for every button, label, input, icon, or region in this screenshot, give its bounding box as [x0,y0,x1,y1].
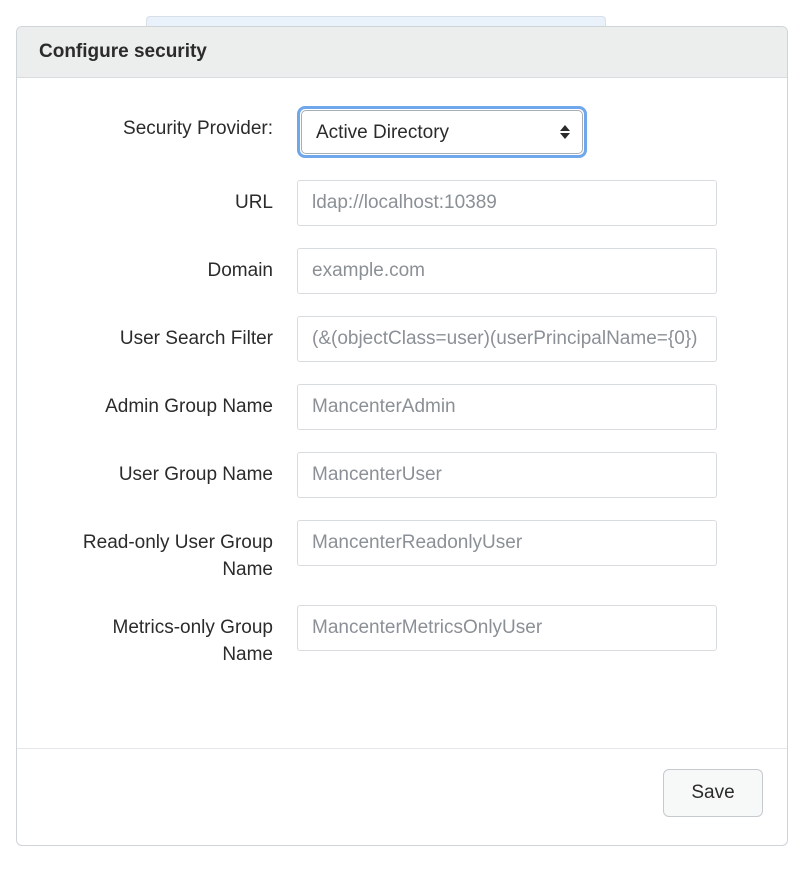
domain-input[interactable] [297,248,717,294]
configure-security-panel: Configure security Security Provider: Ac… [16,26,788,846]
save-button[interactable]: Save [663,769,763,817]
label-domain: Domain [57,248,297,285]
label-user-search-filter: User Search Filter [57,316,297,353]
url-input[interactable] [297,180,717,226]
row-metrics-only-group-name: Metrics-only Group Name [57,605,747,668]
row-url: URL [57,180,747,226]
label-url: URL [57,180,297,217]
row-user-group-name: User Group Name [57,452,747,498]
admin-group-name-input[interactable] [297,384,717,430]
security-provider-select[interactable]: Active Directory [301,110,583,154]
row-readonly-user-group-name: Read-only User Group Name [57,520,747,583]
label-admin-group-name: Admin Group Name [57,384,297,421]
label-metrics-only-group-name: Metrics-only Group Name [57,605,297,668]
row-domain: Domain [57,248,747,294]
active-tab[interactable] [146,16,606,26]
panel-body: Security Provider: Active Directory URL [17,78,787,748]
panel-title: Configure security [39,41,765,63]
tab-strip [146,16,788,26]
readonly-user-group-name-input[interactable] [297,520,717,566]
panel-footer: Save [17,748,787,845]
panel-header: Configure security [17,27,787,78]
row-security-provider: Security Provider: Active Directory [57,106,747,158]
metrics-only-group-name-input[interactable] [297,605,717,651]
row-admin-group-name: Admin Group Name [57,384,747,430]
security-provider-select-wrap: Active Directory [297,106,587,158]
label-security-provider: Security Provider: [57,106,297,143]
row-user-search-filter: User Search Filter [57,316,747,362]
label-readonly-user-group-name: Read-only User Group Name [57,520,297,583]
user-group-name-input[interactable] [297,452,717,498]
label-user-group-name: User Group Name [57,452,297,489]
user-search-filter-input[interactable] [297,316,717,362]
